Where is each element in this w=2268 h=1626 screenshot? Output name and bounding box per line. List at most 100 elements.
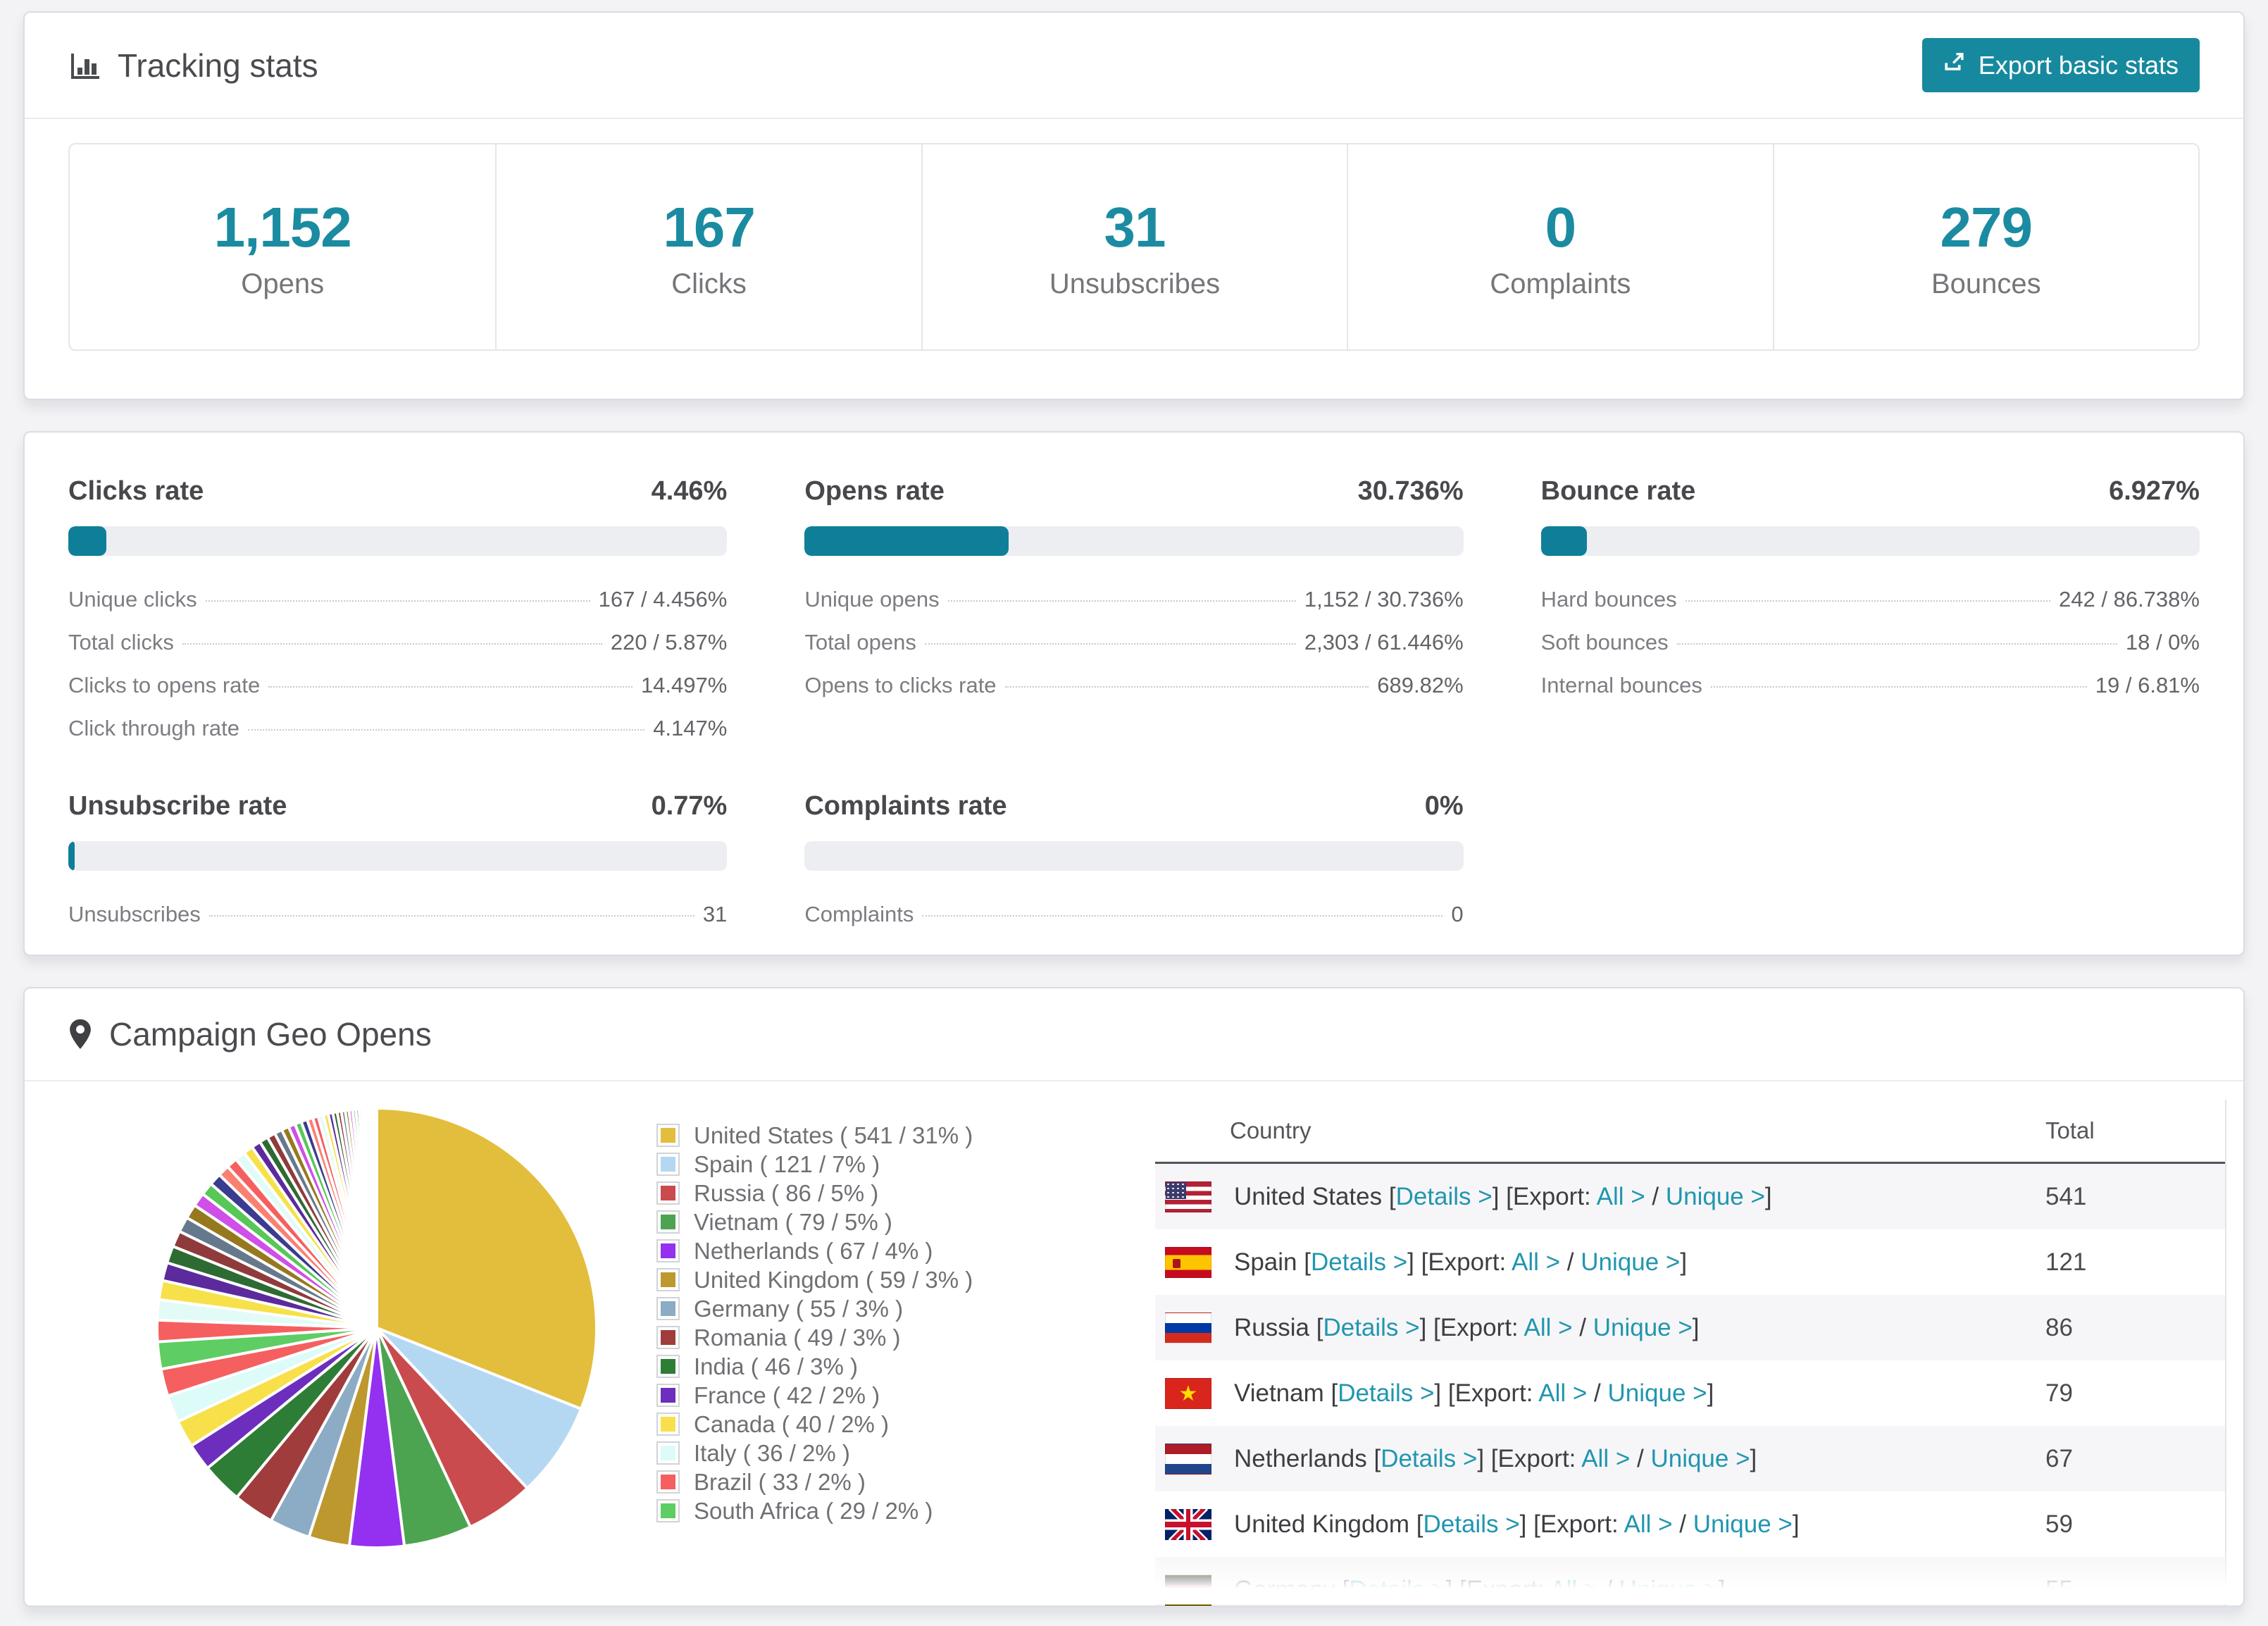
dotted-leader bbox=[247, 729, 645, 731]
clicks-rate-title: Clicks rate bbox=[68, 476, 204, 506]
rate-detail-row: Internal bounces 19 / 6.81% bbox=[1541, 673, 2200, 698]
tracking-stats-panel: Tracking stats Export basic stats 1,152 … bbox=[23, 11, 2245, 400]
legend-item-brazil[interactable]: Brazil ( 33 / 2% ) bbox=[656, 1467, 973, 1496]
legend-item-russia[interactable]: Russia ( 86 / 5% ) bbox=[656, 1179, 973, 1208]
details-link[interactable]: Details > bbox=[1323, 1314, 1419, 1341]
details-link[interactable]: Details > bbox=[1311, 1248, 1407, 1276]
clicks-label: Clicks bbox=[671, 268, 747, 299]
export-unique-link[interactable]: Unique > bbox=[1666, 1183, 1765, 1210]
rate-detail-row: Complaints 0 bbox=[804, 902, 1463, 927]
unsubscribe-rate-progressbar bbox=[68, 841, 728, 871]
rate-detail-value: 4.147% bbox=[653, 716, 728, 740]
unsubscribe-rate-block: Unsubscribe rate 0.77% Unsubscribes 31 bbox=[68, 791, 728, 945]
bracket-text: / bbox=[1630, 1444, 1651, 1472]
stat-clicks: 167 Clicks bbox=[495, 144, 921, 349]
rate-detail-value: 0 bbox=[1451, 902, 1464, 926]
geo-table-row: United Kingdom [Details >] [Export: All … bbox=[1155, 1491, 2225, 1557]
details-link[interactable]: Details > bbox=[1349, 1576, 1445, 1603]
legend-item-spain[interactable]: Spain ( 121 / 7% ) bbox=[656, 1150, 973, 1179]
legend-item-germany[interactable]: Germany ( 55 / 3% ) bbox=[656, 1294, 973, 1323]
country-cell: Germany [Details >] [Export: All > / Uni… bbox=[1234, 1576, 2045, 1604]
clicks-rate-block: Clicks rate 4.46% Unique clicks 167 / 4.4… bbox=[68, 476, 728, 759]
legend-item-label: Vietnam ( 79 / 5% ) bbox=[694, 1208, 892, 1235]
stat-complaints: 0 Complaints bbox=[1347, 144, 1772, 349]
export-all-link[interactable]: All > bbox=[1597, 1183, 1645, 1210]
complaints-rate-progressbar bbox=[804, 841, 1464, 871]
bracket-text: / bbox=[1560, 1248, 1581, 1276]
legend-item-label: Italy ( 36 / 2% ) bbox=[694, 1439, 850, 1466]
bracket-text: ] [Export: bbox=[1492, 1182, 1597, 1210]
legend-item-india[interactable]: India ( 46 / 3% ) bbox=[656, 1352, 973, 1381]
export-basic-stats-button[interactable]: Export basic stats bbox=[1921, 38, 2200, 92]
geo-table-row: Netherlands [Details >] [Export: All > /… bbox=[1155, 1426, 2225, 1491]
opens-label: Opens bbox=[241, 268, 325, 299]
export-all-link[interactable]: All > bbox=[1538, 1379, 1587, 1407]
export-all-link[interactable]: All > bbox=[1524, 1314, 1572, 1341]
unsubscribes-label: Unsubscribes bbox=[1049, 268, 1221, 299]
legend-color-swatch bbox=[656, 1124, 680, 1147]
unsubscribe-rate-value: 0.77% bbox=[651, 791, 728, 821]
legend-item-romania[interactable]: Romania ( 49 / 3% ) bbox=[656, 1323, 973, 1352]
bracket-text: ] [Export: bbox=[1407, 1248, 1512, 1276]
export-unique-link[interactable]: Unique > bbox=[1581, 1248, 1680, 1276]
rate-detail-label: Total clicks bbox=[68, 630, 174, 654]
clicks-rate-value: 4.46% bbox=[651, 476, 728, 506]
vn-flag-icon bbox=[1165, 1377, 1211, 1409]
legend-item-south-africa[interactable]: South Africa ( 29 / 2% ) bbox=[656, 1496, 973, 1525]
legend-item-united-states[interactable]: United States ( 541 / 31% ) bbox=[656, 1121, 973, 1150]
tracking-stats-title: Tracking stats bbox=[68, 46, 318, 85]
us-flag-icon bbox=[1165, 1181, 1211, 1212]
rate-detail-value: 19 / 6.81% bbox=[2095, 673, 2200, 697]
country-column-header: Country bbox=[1230, 1117, 1311, 1143]
bounces-count: 279 bbox=[1940, 196, 2033, 259]
geo-opens-header: Campaign Geo Opens bbox=[25, 988, 2243, 1081]
geo-opens-pie-chart[interactable] bbox=[151, 1103, 602, 1553]
details-link[interactable]: Details > bbox=[1423, 1510, 1520, 1538]
export-unique-link[interactable]: Unique > bbox=[1593, 1314, 1693, 1341]
bar-chart-icon bbox=[68, 49, 101, 82]
export-unique-link[interactable]: Unique > bbox=[1619, 1576, 1719, 1603]
export-all-link[interactable]: All > bbox=[1512, 1248, 1560, 1276]
dotted-leader bbox=[947, 600, 1296, 602]
export-unique-link[interactable]: Unique > bbox=[1693, 1510, 1793, 1538]
rate-detail-label: Soft bounces bbox=[1540, 630, 1669, 654]
rate-detail-label: Internal bounces bbox=[1540, 673, 1702, 697]
legend-item-netherlands[interactable]: Netherlands ( 67 / 4% ) bbox=[656, 1236, 973, 1265]
legend-color-swatch bbox=[656, 1153, 680, 1176]
bracket-text: ] [Export: bbox=[1477, 1444, 1582, 1472]
legend-color-swatch bbox=[656, 1355, 680, 1378]
legend-item-italy[interactable]: Italy ( 36 / 2% ) bbox=[656, 1439, 973, 1467]
opens-rate-title: Opens rate bbox=[804, 476, 945, 506]
tracking-stats-header: Tracking stats Export basic stats bbox=[25, 13, 2243, 119]
bracket-text: [ bbox=[1416, 1510, 1423, 1538]
legend-color-swatch bbox=[656, 1499, 680, 1522]
legend-item-canada[interactable]: Canada ( 40 / 2% ) bbox=[656, 1410, 973, 1439]
de-flag-icon bbox=[1165, 1574, 1211, 1606]
export-unique-link[interactable]: Unique > bbox=[1650, 1445, 1750, 1472]
rate-detail-value: 689.82% bbox=[1377, 673, 1464, 697]
legend-item-vietnam[interactable]: Vietnam ( 79 / 5% ) bbox=[656, 1208, 973, 1236]
bounce-rate-title: Bounce rate bbox=[1540, 476, 1696, 506]
details-link[interactable]: Details > bbox=[1381, 1445, 1477, 1472]
legend-item-united-kingdom[interactable]: United Kingdom ( 59 / 3% ) bbox=[656, 1265, 973, 1294]
geo-table-header: Country Total bbox=[1155, 1100, 2225, 1164]
bounce-rate-value: 6.927% bbox=[2109, 476, 2200, 506]
export-all-link[interactable]: All > bbox=[1624, 1510, 1673, 1538]
bracket-text: ] bbox=[1680, 1248, 1688, 1276]
rate-detail-row: Opens to clicks rate 689.82% bbox=[804, 673, 1463, 698]
rate-detail-label: Unsubscribes bbox=[68, 902, 201, 926]
rate-detail-row: Click through rate 4.147% bbox=[68, 716, 727, 741]
geo-opens-legend: United States ( 541 / 31% ) Spain ( 121 /… bbox=[656, 1121, 973, 1525]
details-link[interactable]: Details > bbox=[1338, 1379, 1434, 1407]
export-unique-link[interactable]: Unique > bbox=[1608, 1379, 1707, 1407]
export-all-link[interactable]: All > bbox=[1581, 1445, 1630, 1472]
dotted-leader bbox=[205, 600, 590, 602]
details-link[interactable]: Details > bbox=[1396, 1183, 1493, 1210]
country-name: United Kingdom bbox=[1234, 1510, 1416, 1538]
rate-detail-row: Unique clicks 167 / 4.456% bbox=[68, 587, 727, 612]
rate-detail-row: Soft bounces 18 / 0% bbox=[1541, 630, 2200, 655]
export-all-link[interactable]: All > bbox=[1550, 1576, 1598, 1603]
legend-item-label: South Africa ( 29 / 2% ) bbox=[694, 1497, 933, 1524]
geo-opens-body: United States ( 541 / 31% ) Spain ( 121 /… bbox=[25, 1081, 2243, 1606]
legend-item-france[interactable]: France ( 42 / 2% ) bbox=[656, 1381, 973, 1410]
